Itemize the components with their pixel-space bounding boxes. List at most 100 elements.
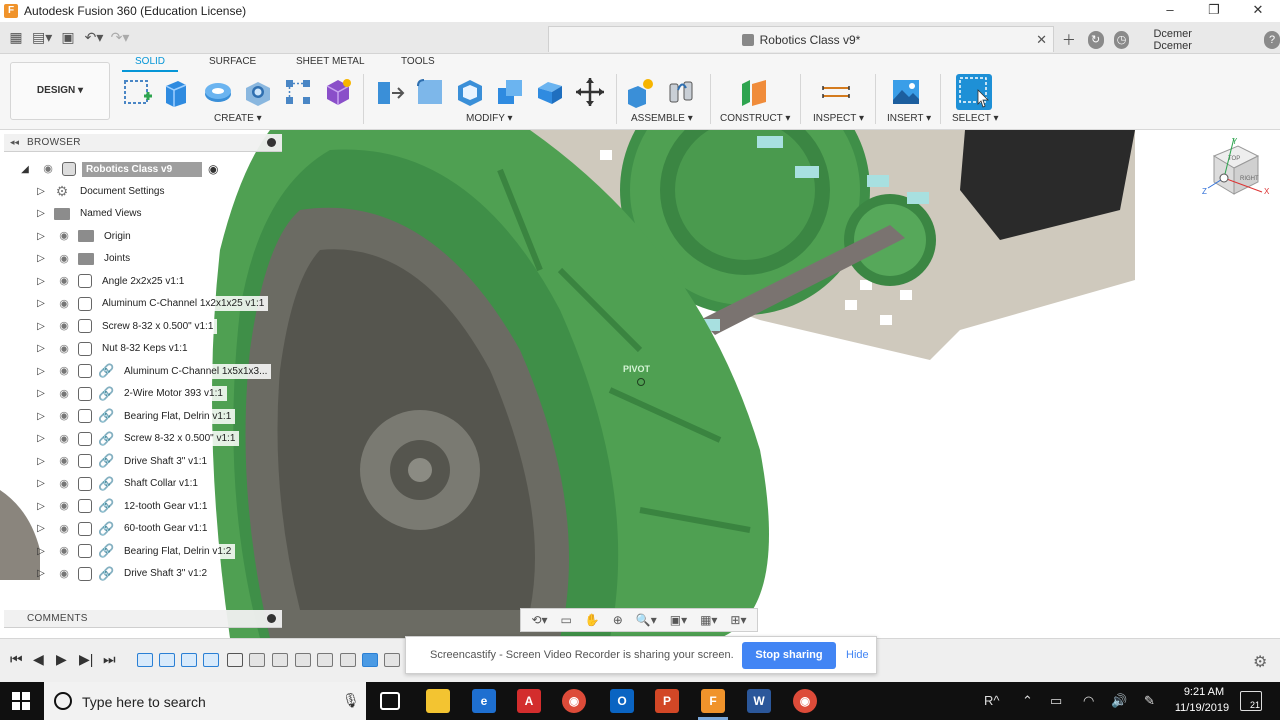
timeline-start-icon[interactable]: ⏮ (10, 651, 23, 668)
create-sketch-icon[interactable] (122, 76, 154, 108)
chrome-icon[interactable]: ◉ (562, 689, 586, 713)
pattern-icon[interactable] (282, 76, 314, 108)
visibility-eye-icon[interactable]: ◉ (56, 478, 72, 489)
browser-item[interactable]: ▷ ◉ 🔗 Screw 8-32 x 0.500" v1:1 (34, 429, 240, 449)
timeline-joint-feature[interactable] (384, 653, 400, 667)
browser-item[interactable]: ▷ ◉ 🔗 Drive Shaft 3" v1:1 (34, 451, 212, 471)
viewports-icon[interactable]: ⊞▾ (730, 613, 746, 627)
form-icon[interactable] (322, 76, 354, 108)
browser-item[interactable]: ▷ ◉ Aluminum C-Channel 1x2x1x25 v1:1 (34, 294, 269, 314)
activate-radio-icon[interactable]: ◉ (208, 162, 218, 176)
modify-group-label[interactable]: MODIFY ▾ (466, 113, 513, 124)
comments-header[interactable]: COMMENTS (4, 610, 282, 628)
outlook-icon[interactable]: O (610, 689, 634, 713)
create-group-label[interactable]: CREATE ▾ (214, 113, 262, 124)
tab-tools[interactable]: TOOLS (401, 56, 435, 67)
timeline-joint-feature[interactable] (295, 653, 311, 667)
close-tab-icon[interactable]: ✕ (1036, 32, 1047, 48)
visibility-eye-icon[interactable]: ◉ (56, 343, 72, 354)
offset-plane-icon[interactable] (738, 76, 770, 108)
task-view-icon[interactable] (380, 692, 400, 710)
display-settings-icon[interactable]: ▣▾ (670, 613, 687, 627)
timeline-end-icon[interactable]: ⏭ (103, 651, 116, 668)
select-group-label[interactable]: SELECT ▾ (952, 113, 999, 124)
browser-item[interactable]: ▷ ◉ 🔗 Bearing Flat, Delrin v1:2 (34, 541, 236, 561)
expand-triangle-icon[interactable]: ▷ (34, 231, 48, 242)
timeline-feature[interactable] (137, 653, 153, 667)
browser-item[interactable]: ▷ ◉ Nut 8-32 Keps v1:1 (34, 339, 192, 359)
word-icon[interactable]: W (747, 689, 771, 713)
microphone-icon[interactable]: 🎙 (342, 692, 360, 709)
browser-item[interactable]: ▷ ⚙ Document Settings (34, 181, 169, 201)
stop-sharing-button[interactable]: Stop sharing (742, 642, 836, 669)
timeline-joint-feature[interactable] (340, 653, 356, 667)
expand-triangle-icon[interactable]: ▷ (34, 366, 48, 377)
timeline-back-icon[interactable]: ◀ (33, 651, 44, 668)
timeline-feature[interactable] (362, 653, 378, 667)
expand-triangle-icon[interactable]: ▷ (34, 411, 48, 422)
undo-icon[interactable]: ↶▾ (84, 28, 104, 46)
acrobat-icon[interactable]: A (517, 689, 541, 713)
browser-root-item[interactable]: ◢ ◉ Robotics Class v9 ◉ (18, 159, 218, 179)
user-name[interactable]: Dcemer Dcemer (1153, 28, 1224, 52)
visibility-eye-icon[interactable]: ◉ (56, 546, 72, 557)
replace-face-icon[interactable] (534, 76, 566, 108)
windows-start-icon[interactable] (12, 692, 30, 710)
visibility-eye-icon[interactable]: ◉ (56, 366, 72, 377)
timeline-joint-feature[interactable] (249, 653, 265, 667)
people-icon[interactable]: R^ (984, 693, 1000, 708)
new-tab-icon[interactable]: ＋ (1060, 31, 1078, 49)
expand-triangle-icon[interactable]: ▷ (34, 568, 48, 579)
timeline-settings-icon[interactable]: ⚙ (1253, 652, 1267, 672)
look-at-icon[interactable]: ▭ (561, 613, 572, 627)
save-icon[interactable]: ▣ (58, 28, 78, 46)
expand-triangle-icon[interactable]: ▷ (34, 186, 48, 197)
job-status-icon[interactable]: ↻ (1087, 31, 1104, 49)
expand-triangle-icon[interactable]: ▷ (34, 321, 48, 332)
timeline-joint-feature[interactable] (272, 653, 288, 667)
close-window-button[interactable]: ✕ (1236, 0, 1280, 22)
browser-item[interactable]: ▷ ◉ 🔗 2-Wire Motor 393 v1:1 (34, 384, 227, 404)
clock-time[interactable]: 9:21 AM (1176, 686, 1232, 698)
select-icon[interactable] (956, 74, 992, 110)
tab-surface[interactable]: SURFACE (209, 56, 256, 67)
expand-triangle-icon[interactable]: ▷ (34, 208, 48, 219)
visibility-eye-icon[interactable]: ◉ (56, 568, 72, 579)
expand-triangle-icon[interactable]: ▷ (34, 523, 48, 534)
pen-icon[interactable]: ✎ (1144, 693, 1155, 709)
browser-item[interactable]: ▷ ◉ 🔗 Aluminum C-Channel 1x5x1x3... (34, 361, 272, 381)
visibility-eye-icon[interactable]: ◉ (56, 253, 72, 264)
timeline-joint-feature[interactable] (317, 653, 333, 667)
file-explorer-icon[interactable] (426, 689, 450, 713)
expand-triangle-icon[interactable]: ▷ (34, 276, 48, 287)
home-view-icon[interactable] (1219, 173, 1229, 183)
joint-icon[interactable] (666, 76, 698, 108)
taskbar-search[interactable]: Type here to search 🎙 (44, 682, 366, 720)
data-panel-grid-icon[interactable]: ▦ (6, 28, 26, 46)
shell-icon[interactable] (454, 76, 486, 108)
expand-triangle-icon[interactable]: ▷ (34, 343, 48, 354)
browser-item[interactable]: ▷ ◉ Screw 8-32 x 0.500" v1:1 (34, 316, 218, 336)
visibility-eye-icon[interactable]: ◉ (56, 231, 72, 242)
hole-icon[interactable] (242, 76, 274, 108)
show-hidden-icons[interactable]: ⌃ (1022, 693, 1033, 709)
fit-icon[interactable]: 🔍▾ (636, 613, 657, 627)
revolve-icon[interactable] (202, 76, 234, 108)
browser-item[interactable]: ▷ ◉ Joints (34, 249, 135, 269)
browser-item[interactable]: ▷ ◉ 🔗 Bearing Flat, Delrin v1:1 (34, 406, 236, 426)
workspace-switcher[interactable]: DESIGN ▾ (10, 62, 110, 120)
insert-canvas-icon[interactable] (890, 76, 922, 108)
browser-minus-icon[interactable] (267, 138, 276, 147)
visibility-eye-icon[interactable]: ◉ (56, 501, 72, 512)
expand-triangle-icon[interactable]: ▷ (34, 478, 48, 489)
expand-triangle-icon[interactable]: ▷ (34, 298, 48, 309)
visibility-eye-icon[interactable]: ◉ (56, 321, 72, 332)
tab-sheet-metal[interactable]: SHEET METAL (296, 56, 365, 67)
restore-button[interactable]: ❐ (1192, 0, 1236, 22)
timeline-play-icon[interactable]: ▶ (56, 651, 67, 668)
help-icon[interactable]: ? (1264, 31, 1280, 49)
timeline-forward-icon[interactable]: ▶| (79, 651, 93, 668)
press-pull-icon[interactable] (374, 76, 406, 108)
zoom-icon[interactable]: ⊕ (613, 613, 623, 627)
visibility-eye-icon[interactable]: ◉ (56, 456, 72, 467)
